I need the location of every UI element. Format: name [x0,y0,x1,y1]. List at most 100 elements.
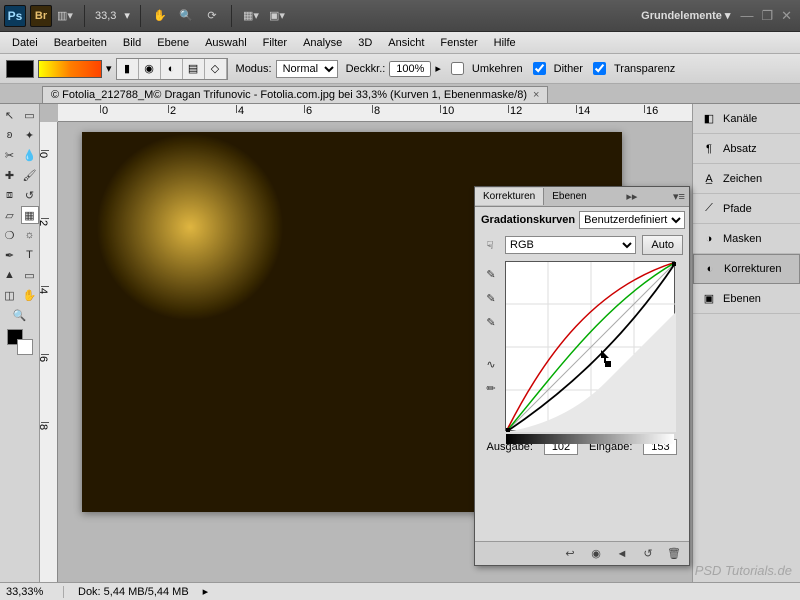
curves-preset-select[interactable]: Benutzerdefiniert [579,211,685,229]
screen-mode-icon[interactable]: ▣▾ [266,5,288,27]
3d-tool[interactable]: ◫ [1,286,19,304]
zoom-tool-icon[interactable]: 🔍 [175,5,197,27]
document-tab-bar: © Fotolia_212788_M© Dragan Trifunovic - … [0,84,800,104]
panel-korrekturen[interactable]: ◐Korrekturen [693,254,800,284]
panel-collapse-icon[interactable]: ▸▸ [622,190,641,203]
panel-absatz[interactable]: ¶Absatz [693,134,800,164]
adjustments-icon: ◐ [702,261,718,277]
menu-bearbeiten[interactable]: Bearbeiten [46,34,115,52]
gradient-preview[interactable] [38,60,102,78]
hand-tool[interactable]: ✋ [21,286,39,304]
horizontal-ruler: 0 2 4 6 8 10 12 14 16 [58,104,692,122]
curves-panel: Korrekturen Ebenen ▸▸ ▾≡ Gradationskurve… [474,186,690,566]
bridge-icon[interactable]: Br [30,5,52,27]
curves-tab-korrekturen[interactable]: Korrekturen [475,188,544,205]
opacity-label: Deckkr.: [346,63,386,75]
lasso-tool[interactable]: ʚ [1,126,19,144]
reverse-label: Umkehren [472,63,523,75]
restore-button[interactable]: ❐ [757,8,777,24]
menu-analyse[interactable]: Analyse [295,34,350,52]
return-icon[interactable]: ↩ [561,545,579,563]
hand-tool-icon[interactable]: ✋ [149,5,171,27]
gradient-tool[interactable]: ▦ [21,206,39,224]
blend-mode-select[interactable]: Normal [276,60,338,78]
transparency-checkbox[interactable] [593,62,606,75]
menu-bar: Datei Bearbeiten Bild Ebene Auswahl Filt… [0,32,800,54]
history-brush-tool[interactable]: ↺ [21,186,39,204]
delete-icon[interactable]: 🗑 [665,545,683,563]
stamp-tool[interactable]: ⧈ [1,186,19,204]
reverse-checkbox[interactable] [451,62,464,75]
status-doc-info[interactable]: Dok: 5,44 MB/5,44 MB [78,586,189,598]
layout-dropdown-icon[interactable]: ▥▾ [54,5,76,27]
zoom-level[interactable]: 33,3 [91,10,120,22]
type-tool[interactable]: T [21,246,39,264]
shape-tool[interactable]: ▭ [21,266,39,284]
status-zoom[interactable]: 33,33% [6,586,64,598]
pen-tool[interactable]: ✒ [1,246,19,264]
mode-label: Modus: [236,63,272,75]
pencil-mode-icon[interactable]: ✏ [482,379,500,397]
curves-graph[interactable] [505,261,675,431]
eyedropper-tool[interactable]: 💧 [21,146,39,164]
quick-select-tool[interactable]: ✦ [21,126,39,144]
dither-checkbox[interactable] [533,62,546,75]
gradient-linear-icon[interactable]: ▮ [117,59,139,79]
gradient-reflected-icon[interactable]: ▤ [183,59,205,79]
panel-kanaele[interactable]: ◧Kanäle [693,104,800,134]
eraser-tool[interactable]: ▱ [1,206,19,224]
workspace-switcher[interactable]: Grundelemente ▾ [635,9,736,22]
sampler-gray-icon[interactable]: ✎ [482,289,500,307]
gradient-type-group: ▮ ◉ ◐ ▤ ◇ [116,58,228,80]
panel-masken[interactable]: ◑Masken [693,224,800,254]
dodge-tool[interactable]: ☼ [21,226,39,244]
tab-close-icon[interactable]: × [533,89,539,101]
panel-menu-icon[interactable]: ▾≡ [669,190,689,203]
marquee-tool[interactable]: ▭ [21,106,39,124]
previous-state-icon[interactable]: ◄ [613,545,631,563]
menu-fenster[interactable]: Fenster [432,34,485,52]
brush-tool[interactable]: 🖌 [21,166,39,184]
sampler-black-icon[interactable]: ✎ [482,265,500,283]
sampler-white-icon[interactable]: ✎ [482,313,500,331]
gradient-diamond-icon[interactable]: ◇ [205,59,227,79]
path-select-tool[interactable]: ▲ [1,266,19,284]
toggle-visibility-icon[interactable]: ◉ [587,545,605,563]
document-tab[interactable]: © Fotolia_212788_M© Dragan Trifunovic - … [42,86,548,103]
menu-3d[interactable]: 3D [350,34,380,52]
auto-button[interactable]: Auto [642,235,683,255]
curves-tab-ebenen[interactable]: Ebenen [544,188,594,205]
targeted-adjust-icon[interactable]: ☟ [481,236,499,254]
opacity-field[interactable] [389,61,431,77]
paths-icon: ⟋ [701,201,717,217]
curves-title: Gradationskurven [481,214,575,226]
menu-filter[interactable]: Filter [255,34,295,52]
channels-icon: ◧ [701,111,717,127]
tool-preset-icon[interactable] [6,60,34,78]
move-tool[interactable]: ↖ [1,106,19,124]
reset-icon[interactable]: ↺ [639,545,657,563]
zoom-tool[interactable]: 🔍 [11,306,29,324]
close-button[interactable]: ✕ [777,8,796,24]
healing-tool[interactable]: ✚ [1,166,19,184]
color-swatches[interactable] [7,329,33,355]
panel-zeichen[interactable]: A̲Zeichen [693,164,800,194]
menu-ansicht[interactable]: Ansicht [380,34,432,52]
arrange-docs-icon[interactable]: ▦▾ [240,5,262,27]
panel-dock: ◧Kanäle ¶Absatz A̲Zeichen ⟋Pfade ◑Masken… [692,104,800,582]
rotate-view-icon[interactable]: ⟳ [201,5,223,27]
panel-pfade[interactable]: ⟋Pfade [693,194,800,224]
menu-ebene[interactable]: Ebene [149,34,197,52]
menu-datei[interactable]: Datei [4,34,46,52]
curve-mode-icon[interactable]: ∿ [482,355,500,373]
menu-hilfe[interactable]: Hilfe [486,34,524,52]
gradient-radial-icon[interactable]: ◉ [139,59,161,79]
blur-tool[interactable]: ❍ [1,226,19,244]
crop-tool[interactable]: ✂ [1,146,19,164]
menu-bild[interactable]: Bild [115,34,149,52]
channel-select[interactable]: RGB [505,236,636,254]
menu-auswahl[interactable]: Auswahl [197,34,255,52]
minimize-button[interactable]: — [736,8,757,23]
gradient-angle-icon[interactable]: ◐ [161,59,183,79]
panel-ebenen[interactable]: ▣Ebenen [693,284,800,314]
